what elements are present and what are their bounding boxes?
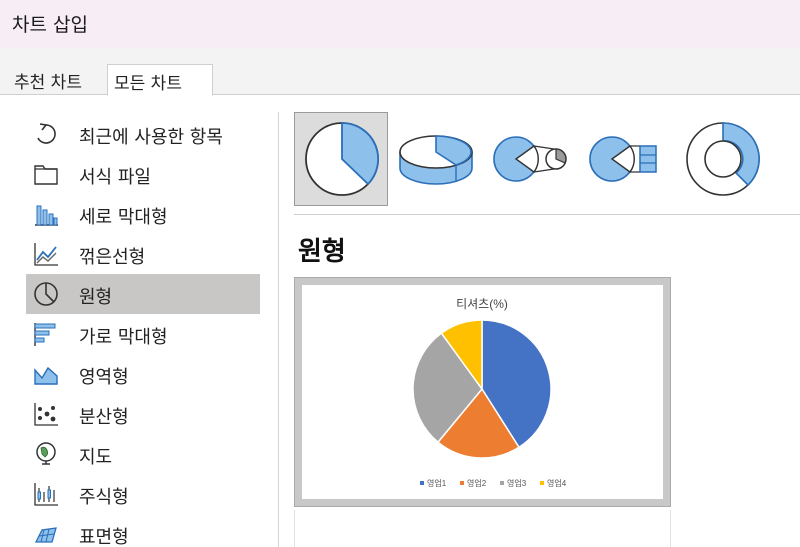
chart-subtype-gallery <box>294 112 762 206</box>
folder-icon <box>34 165 58 185</box>
subtype-pie-of-pie[interactable] <box>486 112 580 206</box>
tab-all-charts[interactable]: 모든 차트 <box>107 64 213 96</box>
chart-preview-next <box>294 510 671 547</box>
nav-item-label: 분산형 <box>79 407 129 428</box>
subtype-doughnut[interactable] <box>676 112 770 206</box>
nav-item-label: 표면형 <box>79 527 129 547</box>
nav-item-area[interactable]: 영역형 <box>26 354 260 394</box>
nav-item-label: 원형 <box>79 287 113 308</box>
gallery-separator <box>294 214 800 215</box>
legend-swatch-4 <box>540 481 544 485</box>
nav-item-stock[interactable]: 주식형 <box>26 474 260 514</box>
nav-item-column[interactable]: 세로 막대형 <box>26 194 260 234</box>
legend-label-4: 영업4 <box>547 478 567 488</box>
legend-label-2: 영업2 <box>467 478 487 488</box>
tab-recommended-charts[interactable]: 추천 차트 <box>8 64 88 95</box>
subtype-pie[interactable] <box>294 112 388 206</box>
stock-chart-icon <box>34 483 58 506</box>
nav-item-label: 가로 막대형 <box>79 327 168 348</box>
subtype-bar-of-pie[interactable] <box>582 112 676 206</box>
area-chart-icon <box>34 366 58 385</box>
pie-chart: 티셔츠(%) 영업1 영업2 영업3 영업4 <box>412 297 567 488</box>
column-chart-icon <box>35 205 58 226</box>
bar-chart-icon <box>34 323 56 346</box>
legend-label-3: 영업3 <box>507 478 527 488</box>
chart-preview[interactable]: 티셔츠(%) 영업1 영업2 영업3 영업4 <box>294 277 671 507</box>
nav-item-label: 지도 <box>79 447 113 468</box>
section-title: 원형 <box>298 237 346 267</box>
legend-label-1: 영업1 <box>427 478 447 488</box>
nav-item-surface[interactable]: 표면형 <box>26 514 260 547</box>
tab-strip: 추천 차트 모든 차트 <box>0 48 800 96</box>
chart-title: 티셔츠(%) <box>456 297 508 311</box>
bar-of-pie-icon <box>589 136 657 182</box>
doughnut-icon <box>686 122 760 196</box>
nav-item-label: 영역형 <box>79 367 129 388</box>
nav-item-templates[interactable]: 서식 파일 <box>26 154 260 194</box>
pie-chart-icon <box>34 282 58 306</box>
nav-item-label: 세로 막대형 <box>79 207 168 228</box>
pane-divider <box>278 112 279 547</box>
recent-icon <box>37 123 56 144</box>
pie-3d-icon <box>399 135 473 185</box>
legend-swatch-1 <box>420 481 424 485</box>
nav-item-line[interactable]: 꺾은선형 <box>26 234 260 274</box>
window-title: 차트 삽입 <box>12 14 88 36</box>
legend-swatch-2 <box>460 481 464 485</box>
map-chart-icon <box>36 442 56 465</box>
scatter-chart-icon <box>34 403 58 426</box>
chart-type-list: 최근에 사용한 항목 서식 파일 세로 막대형 꺾은선형 원형 가로 막대형 영… <box>0 96 278 547</box>
nav-item-scatter[interactable]: 분산형 <box>26 394 260 434</box>
surface-chart-icon <box>34 527 57 543</box>
nav-item-label: 서식 파일 <box>79 167 151 188</box>
nav-item-label: 주식형 <box>79 487 129 508</box>
nav-item-label: 꺾은선형 <box>79 247 146 268</box>
title-bar: 차트 삽입 <box>0 0 800 48</box>
chart-preview-canvas: 티셔츠(%) 영업1 영업2 영업3 영업4 <box>302 285 663 499</box>
pie-icon <box>305 122 379 196</box>
pie-of-pie-icon <box>493 136 567 182</box>
line-chart-icon <box>34 243 58 266</box>
nav-item-label: 최근에 사용한 항목 <box>79 127 223 148</box>
nav-item-map[interactable]: 지도 <box>26 434 260 474</box>
legend-swatch-3 <box>500 481 504 485</box>
nav-item-pie[interactable]: 원형 <box>26 274 260 314</box>
nav-item-recent[interactable]: 최근에 사용한 항목 <box>26 114 260 154</box>
subtype-pie-3d[interactable] <box>390 112 484 206</box>
nav-item-bar[interactable]: 가로 막대형 <box>26 314 260 354</box>
